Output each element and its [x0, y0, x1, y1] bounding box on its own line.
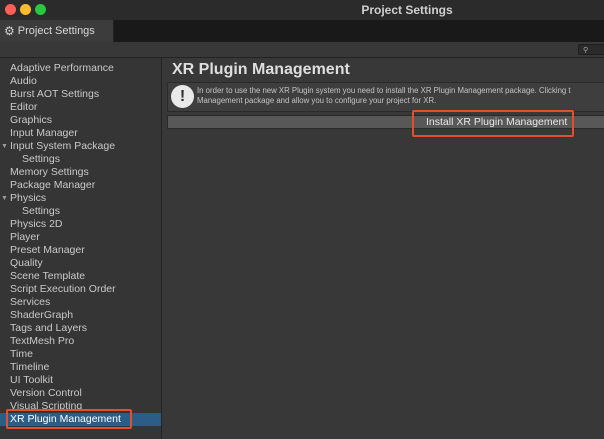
sidebar-item-physics[interactable]: ▼ Physics: [0, 192, 161, 205]
sidebar-item-quality[interactable]: Quality: [0, 257, 161, 270]
sidebar-item-label: Settings: [22, 153, 60, 165]
sidebar-item-label: Services: [10, 296, 51, 308]
sidebar-item-adaptive-performance[interactable]: Adaptive Performance: [0, 62, 161, 75]
sidebar-item-script-execution-order[interactable]: Script Execution Order: [0, 283, 161, 296]
sidebar-item-player[interactable]: Player: [0, 231, 161, 244]
sidebar-item-xr-plugin-management[interactable]: XR Plugin Management: [0, 413, 161, 426]
sidebar-item-label: Editor: [10, 101, 38, 113]
sidebar-item-label: Physics: [10, 192, 47, 204]
sidebar-item-textmesh-pro[interactable]: TextMesh Pro: [0, 335, 161, 348]
sidebar-item-version-control[interactable]: Version Control: [0, 387, 161, 400]
sidebar-item-label: Time: [10, 348, 33, 360]
help-box: ! In order to use the new XR Plugin syst…: [167, 82, 604, 112]
sidebar-item-label: Script Execution Order: [10, 283, 116, 295]
sidebar-item-label: Visual Scripting: [10, 400, 83, 412]
sidebar-item-timeline[interactable]: Timeline: [0, 361, 161, 374]
sidebar-item-label: ShaderGraph: [10, 309, 74, 321]
sidebar-item-visual-scripting[interactable]: Visual Scripting: [0, 400, 161, 413]
sidebar-item-label: Input Manager: [10, 127, 78, 139]
sidebar-item-ui-toolkit[interactable]: UI Toolkit: [0, 374, 161, 387]
page-title: XR Plugin Management: [172, 61, 350, 78]
sidebar-item-label: XR Plugin Management: [10, 413, 121, 425]
sidebar-item-package-manager[interactable]: Package Manager: [0, 179, 161, 192]
main-pane: XR Plugin Management ! In order to use t…: [163, 58, 604, 439]
sidebar-item-input-manager[interactable]: Input Manager: [0, 127, 161, 140]
sidebar-item-graphics[interactable]: Graphics: [0, 114, 161, 127]
install-button-label: Install XR Plugin Management: [426, 116, 568, 128]
search-input[interactable]: ⚲: [578, 44, 604, 55]
tab-label: Project Settings: [17, 25, 95, 37]
sidebar-item-label: Version Control: [10, 387, 82, 399]
sidebar-item-label: Physics 2D: [10, 218, 63, 230]
sidebar-item-label: Player: [10, 231, 40, 243]
sidebar-item-label: TextMesh Pro: [10, 335, 75, 347]
sidebar-item-tags-and-layers[interactable]: Tags and Layers: [0, 322, 161, 335]
sidebar-item-label: Input System Package: [10, 140, 116, 152]
help-text-line-2: Management package and allow you to conf…: [197, 96, 437, 105]
sidebar-item-time[interactable]: Time: [0, 348, 161, 361]
tab-project-settings[interactable]: ⚙ Project Settings: [0, 20, 114, 42]
help-text-line-1: In order to use the new XR Plugin system…: [197, 86, 571, 95]
tab-strip: ⚙ Project Settings: [0, 20, 604, 42]
sidebar-item-label: Scene Template: [10, 270, 86, 282]
sidebar-item-shadergraph[interactable]: ShaderGraph: [0, 309, 161, 322]
sidebar-item-settings-child[interactable]: Settings: [0, 153, 161, 166]
sidebar-item-label: Tags and Layers: [10, 322, 88, 334]
sidebar-item-label: Quality: [10, 257, 43, 269]
install-xr-plugin-management-button[interactable]: Install XR Plugin Management: [167, 115, 604, 129]
help-text: In order to use the new XR Plugin system…: [197, 86, 604, 106]
window-title: Project Settings: [361, 3, 453, 17]
sidebar-item-label: Adaptive Performance: [10, 62, 114, 74]
sidebar-item-memory-settings[interactable]: Memory Settings: [0, 166, 161, 179]
sidebar-item-label: Memory Settings: [10, 166, 89, 178]
sidebar-item-settings-child[interactable]: Settings: [0, 205, 161, 218]
gear-icon: ⚙: [4, 24, 15, 38]
info-icon: !: [171, 85, 194, 108]
chevron-down-icon[interactable]: ▼: [1, 192, 8, 205]
sidebar-item-label: Package Manager: [10, 179, 96, 191]
sidebar-item-label: Audio: [10, 75, 37, 87]
sidebar-item-input-system-package[interactable]: ▼ Input System Package: [0, 140, 161, 153]
sidebar-item-label: Burst AOT Settings: [10, 88, 100, 100]
sidebar-item-label: Preset Manager: [10, 244, 85, 256]
sidebar-item-scene-template[interactable]: Scene Template: [0, 270, 161, 283]
toolbar: ⚲: [0, 42, 604, 58]
sidebar-item-audio[interactable]: Audio: [0, 75, 161, 88]
window-title-bar: Project Settings: [0, 0, 604, 20]
sidebar-item-preset-manager[interactable]: Preset Manager: [0, 244, 161, 257]
sidebar-item-label: Timeline: [10, 361, 50, 373]
chevron-down-icon[interactable]: ▼: [1, 140, 8, 153]
sidebar-item-label: Graphics: [10, 114, 53, 126]
search-icon: ⚲: [583, 47, 589, 54]
sidebar-item-label: Settings: [22, 205, 60, 217]
sidebar-item-services[interactable]: Services: [0, 296, 161, 309]
sidebar-item-burst-aot-settings[interactable]: Burst AOT Settings: [0, 88, 161, 101]
sidebar-item-label: UI Toolkit: [10, 374, 53, 386]
sidebar-item-editor[interactable]: Editor: [0, 101, 161, 114]
settings-sidebar: Adaptive Performance Audio Burst AOT Setti…: [0, 58, 162, 439]
sidebar-item-physics-2d[interactable]: Physics 2D: [0, 218, 161, 231]
